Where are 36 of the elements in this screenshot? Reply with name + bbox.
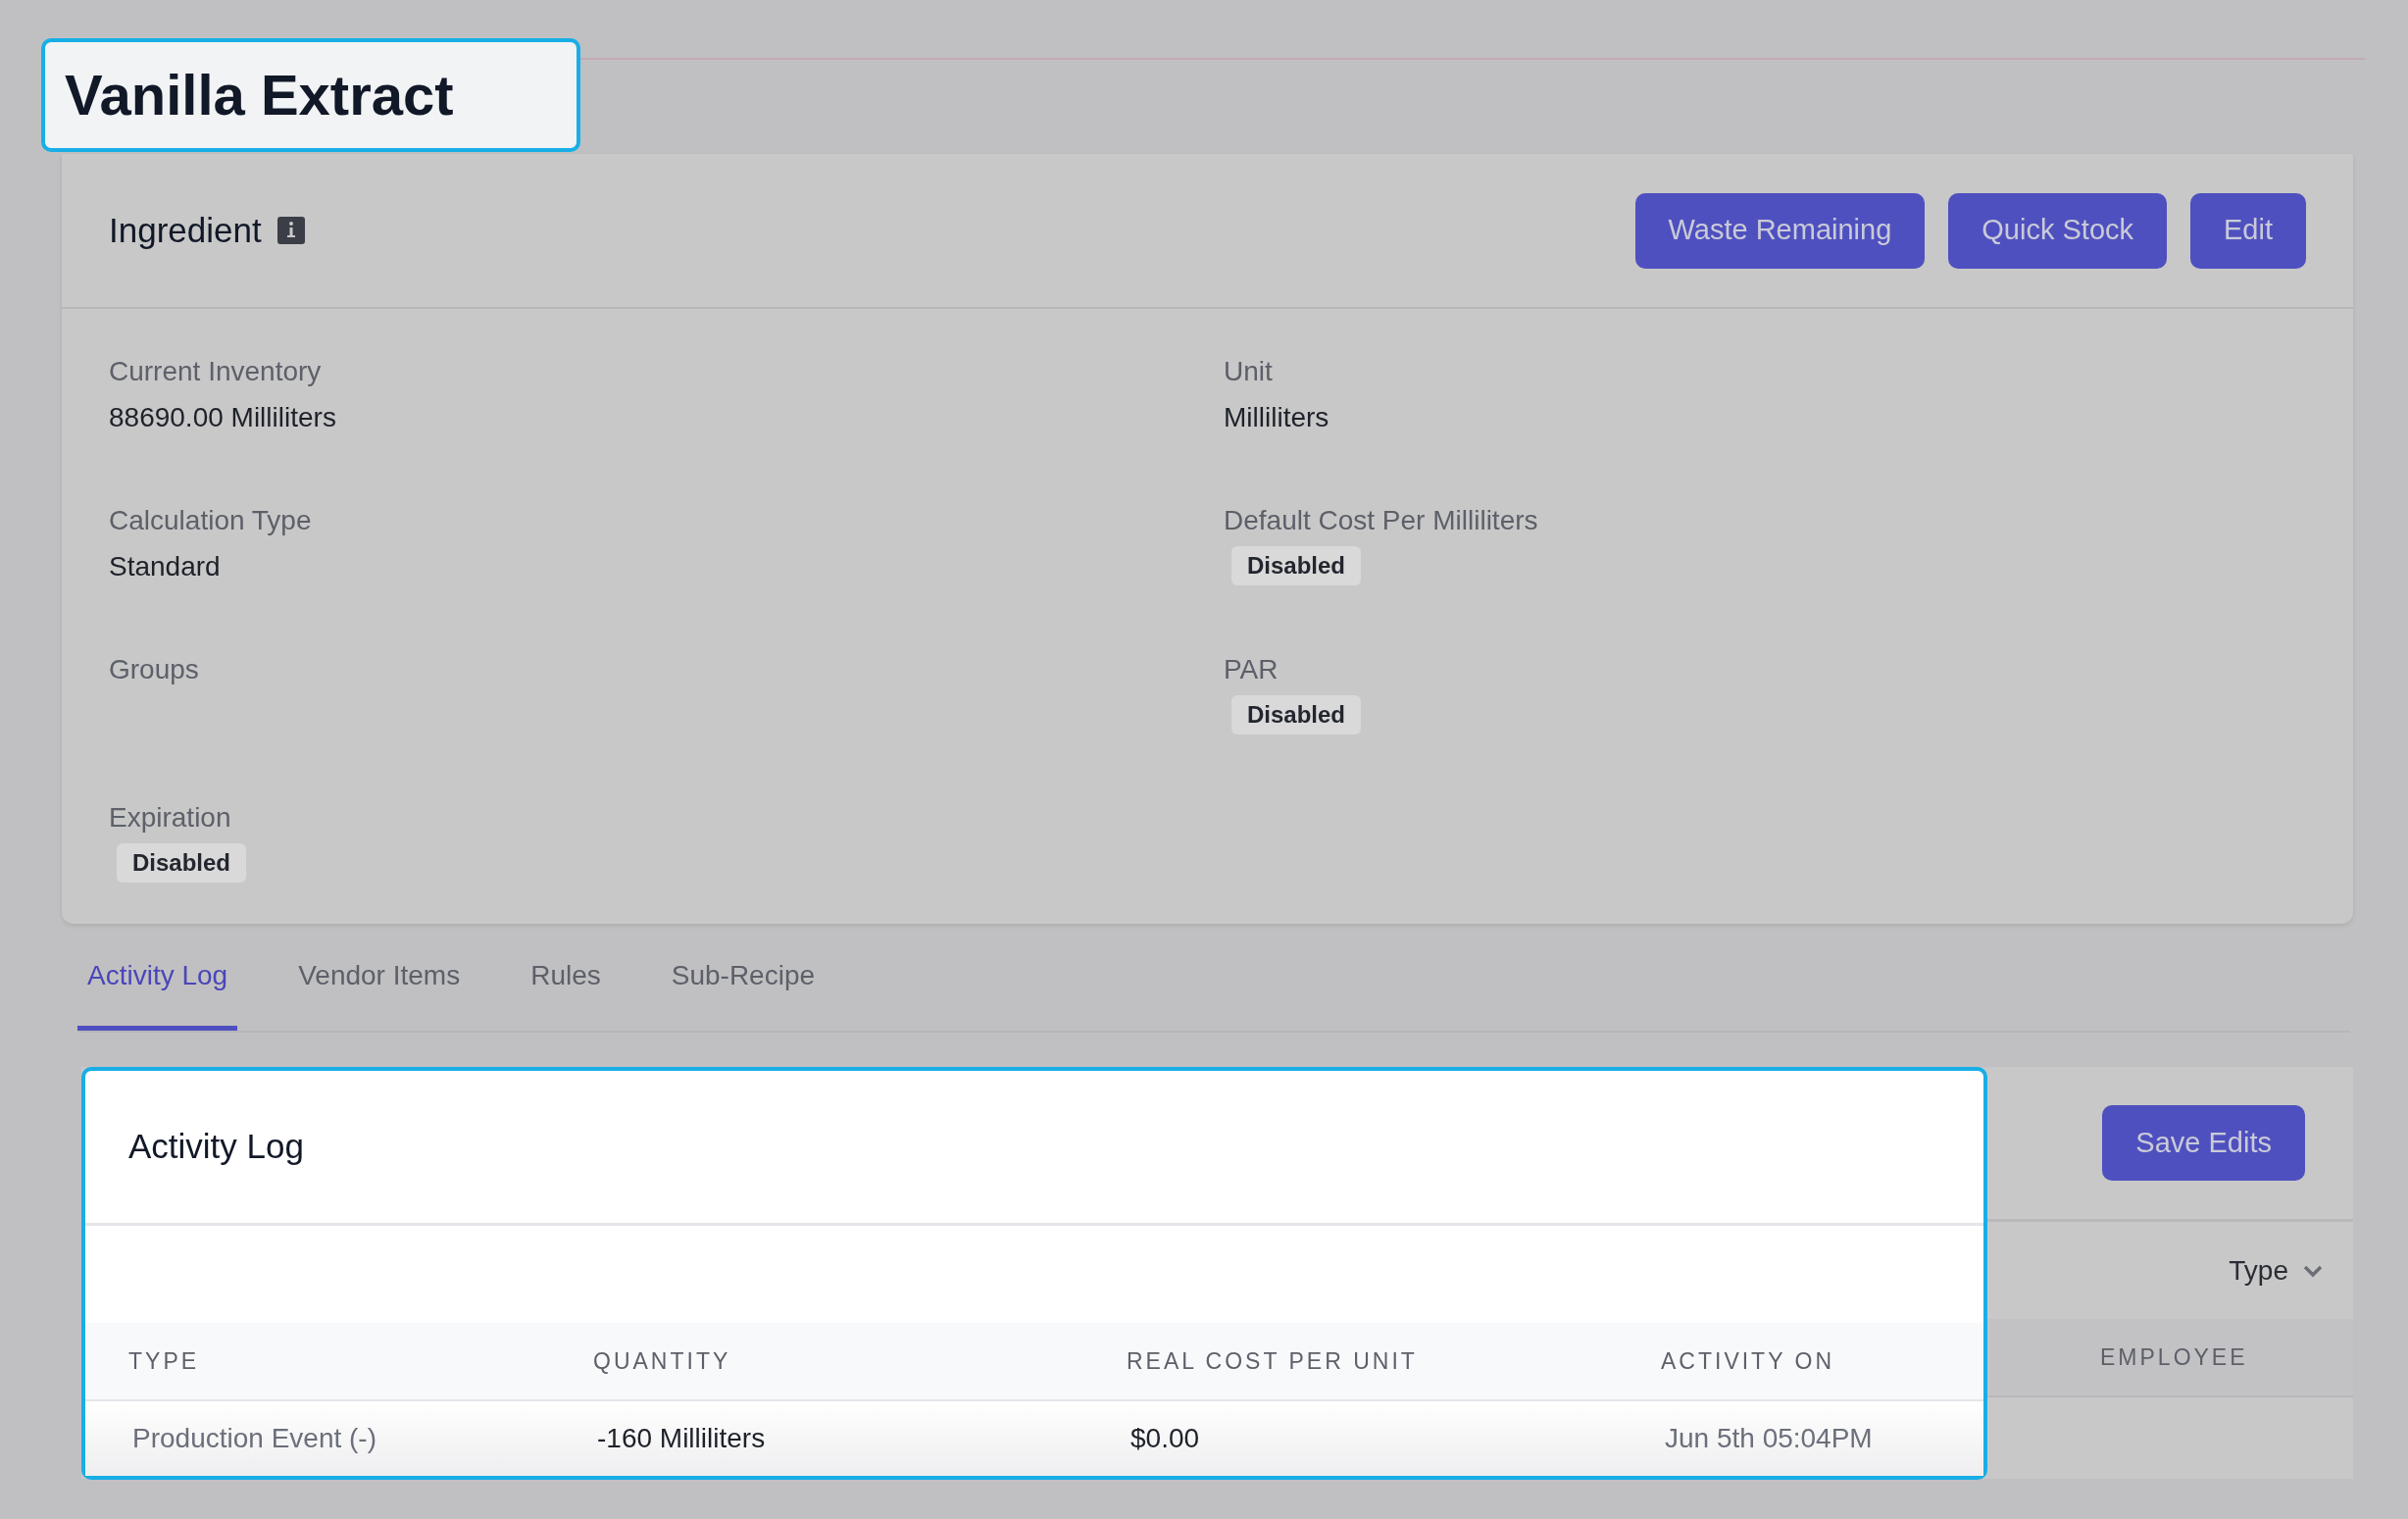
table-cell-text: $0.00 [1129, 1422, 1201, 1455]
save-edits-button[interactable]: Save Edits [2102, 1105, 2305, 1181]
field-label: Unit [1224, 355, 1273, 388]
table-cell-text: Production Event (-) [131, 1422, 377, 1455]
column-header: TYPE [127, 1346, 201, 1376]
tab[interactable]: Activity Log [77, 924, 238, 1031]
table-cell-text: -160 Milliliters [596, 1422, 767, 1455]
info-icon [276, 217, 305, 244]
tab[interactable]: Sub-Recipe [661, 924, 826, 1031]
type-filter-dropdown[interactable]: Type [2229, 1249, 2324, 1291]
field-value: Milliliters [1224, 401, 1329, 434]
disabled-badge: Disabled [1231, 546, 1362, 585]
action-button[interactable]: Edit [2190, 192, 2306, 269]
column-header: QUANTITY [592, 1346, 732, 1376]
field-label: Groups [109, 653, 199, 686]
table-cell-text: Jun 5th 05:04PM [1664, 1422, 1874, 1455]
column-header: REAL COST PER UNIT [1126, 1346, 1419, 1376]
chevron-down-icon [2302, 1263, 2324, 1278]
field-label: Calculation Type [109, 504, 312, 537]
field-label: PAR [1224, 653, 1279, 686]
disabled-badge: Disabled [1231, 695, 1362, 734]
column-header: EMPLOYEE [2099, 1342, 2249, 1372]
tab[interactable]: Rules [521, 924, 611, 1031]
card-title: Ingredient [109, 209, 262, 251]
field-label: Default Cost Per Milliliters [1224, 504, 1538, 537]
field-value: Standard [109, 550, 221, 583]
page-title: Vanilla Extract [65, 67, 454, 124]
action-button[interactable]: Waste Remaining [1634, 192, 1926, 269]
field-label: Expiration [109, 801, 231, 835]
disabled-badge: Disabled [117, 843, 247, 883]
column-header: ACTIVITY ON [1660, 1346, 1835, 1376]
field-value: 88690.00 Milliliters [109, 401, 336, 434]
action-button[interactable]: Quick Stock [1948, 192, 2167, 269]
section-title: Activity Log [128, 1126, 304, 1168]
field-label: Current Inventory [109, 355, 322, 388]
tab[interactable]: Vendor Items [288, 924, 471, 1031]
